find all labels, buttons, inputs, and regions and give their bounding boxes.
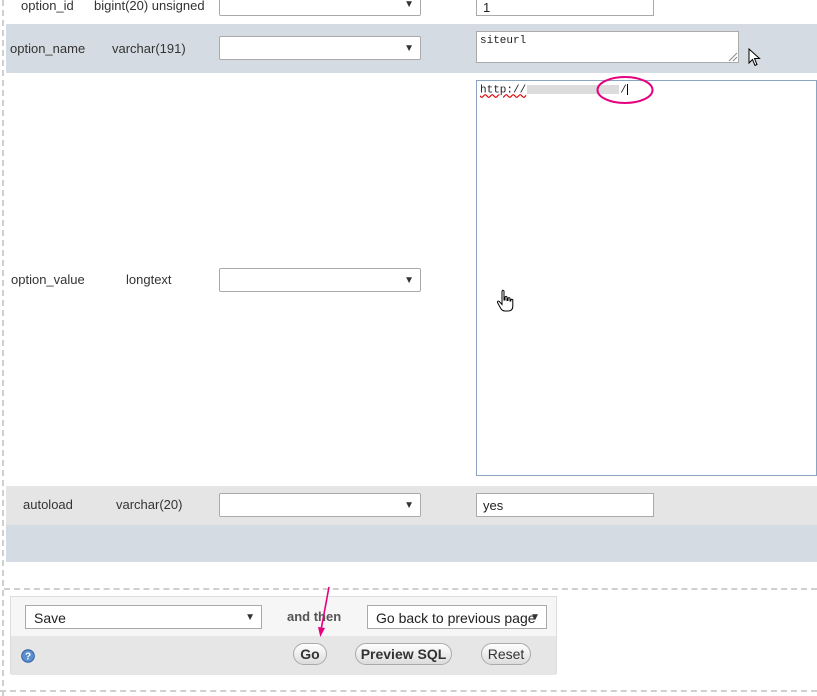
column-type: longtext [126, 272, 172, 287]
column-name: autoload [23, 497, 73, 512]
action-select[interactable]: Save ▼ [25, 605, 262, 629]
value-input[interactable]: 1 [476, 0, 654, 16]
annotation-ellipse [596, 76, 654, 104]
dropdown-arrow-icon: ▼ [404, 500, 414, 511]
annotation-arrow [318, 586, 330, 637]
action-select-value: Save [34, 610, 66, 626]
value-textarea[interactable]: http:/// [476, 80, 817, 476]
after-insert-select[interactable]: Go back to previous page ▼ [367, 605, 547, 629]
function-select[interactable]: ▼ [219, 268, 421, 292]
dropdown-arrow-icon: ▼ [530, 612, 540, 623]
function-select[interactable]: ▼ [219, 36, 421, 60]
dropdown-arrow-icon: ▼ [404, 43, 414, 54]
table-row: option_id bigint(20) unsigned ▼ 1 [6, 0, 817, 24]
fieldset-border-top [4, 588, 817, 590]
resize-grip-icon[interactable] [728, 52, 738, 62]
cursor-arrow-icon [748, 48, 761, 67]
dropdown-arrow-icon: ▼ [245, 612, 255, 623]
left-border-rule [2, 0, 4, 696]
column-name: option_id [21, 0, 74, 13]
function-select[interactable]: ▼ [219, 493, 421, 517]
action-buttons-row [11, 636, 556, 675]
hand-cursor-icon [496, 289, 514, 312]
value-textarea[interactable]: siteurl [476, 31, 739, 63]
action-fieldset: Save ▼ and then Go back to previous page… [10, 596, 557, 675]
column-name: option_name [10, 41, 86, 56]
column-name: option_value [11, 272, 85, 287]
spacer-row [6, 525, 817, 562]
after-insert-value: Go back to previous page [376, 610, 536, 626]
reset-button[interactable]: Reset [481, 643, 531, 665]
preview-sql-button[interactable]: Preview SQL [355, 643, 452, 665]
dropdown-arrow-icon: ▼ [404, 275, 414, 286]
page-border-bottom [0, 690, 817, 692]
column-type: bigint(20) unsigned [94, 0, 205, 13]
table-row: option_value longtext ▼ http:/// [6, 73, 817, 486]
column-type: varchar(191) [112, 41, 186, 56]
value-input[interactable]: yes [476, 493, 654, 517]
go-button[interactable]: Go [293, 643, 327, 665]
help-icon[interactable]: ? [21, 649, 35, 663]
table-row: autoload varchar(20) ▼ yes [6, 486, 817, 525]
function-select[interactable]: ▼ [219, 0, 421, 16]
svg-text:?: ? [25, 652, 31, 663]
column-type: varchar(20) [116, 497, 183, 512]
url-prefix-text: http:// [480, 84, 527, 97]
table-row: option_name varchar(191) ▼ siteurl [6, 24, 817, 73]
dropdown-arrow-icon: ▼ [404, 0, 414, 10]
